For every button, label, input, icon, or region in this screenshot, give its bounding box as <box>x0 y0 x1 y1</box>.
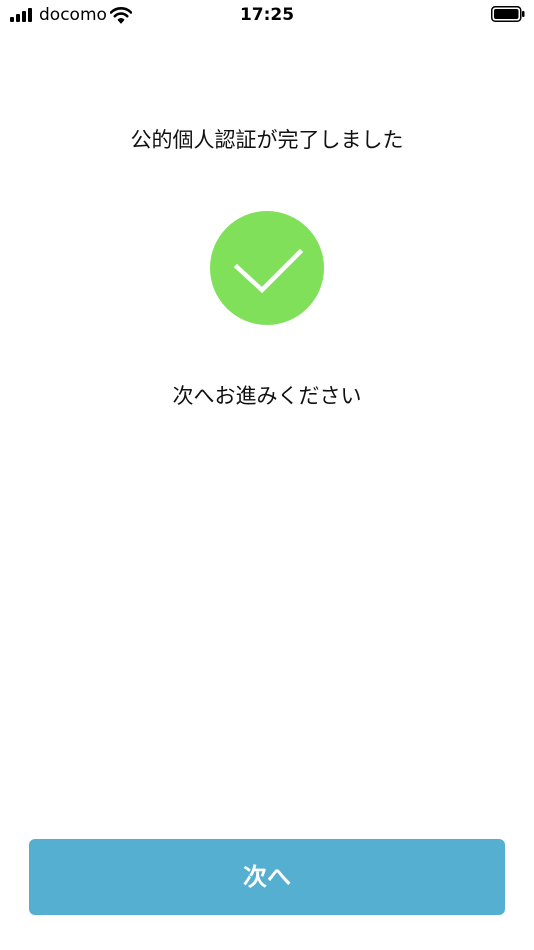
screen: docomo 17:25 公的個人認証が完了しました 次へお進みください 次へ <box>0 0 534 950</box>
status-bar: docomo 17:25 <box>0 0 534 30</box>
next-button[interactable]: 次へ <box>29 839 505 915</box>
success-badge <box>210 211 324 325</box>
status-time: 17:25 <box>239 5 295 25</box>
instruction-text: 次へお進みください <box>172 384 362 408</box>
completion-title: 公的個人認証が完了しました <box>130 128 404 152</box>
checkmark-icon <box>233 248 304 294</box>
battery-icon <box>491 6 525 22</box>
